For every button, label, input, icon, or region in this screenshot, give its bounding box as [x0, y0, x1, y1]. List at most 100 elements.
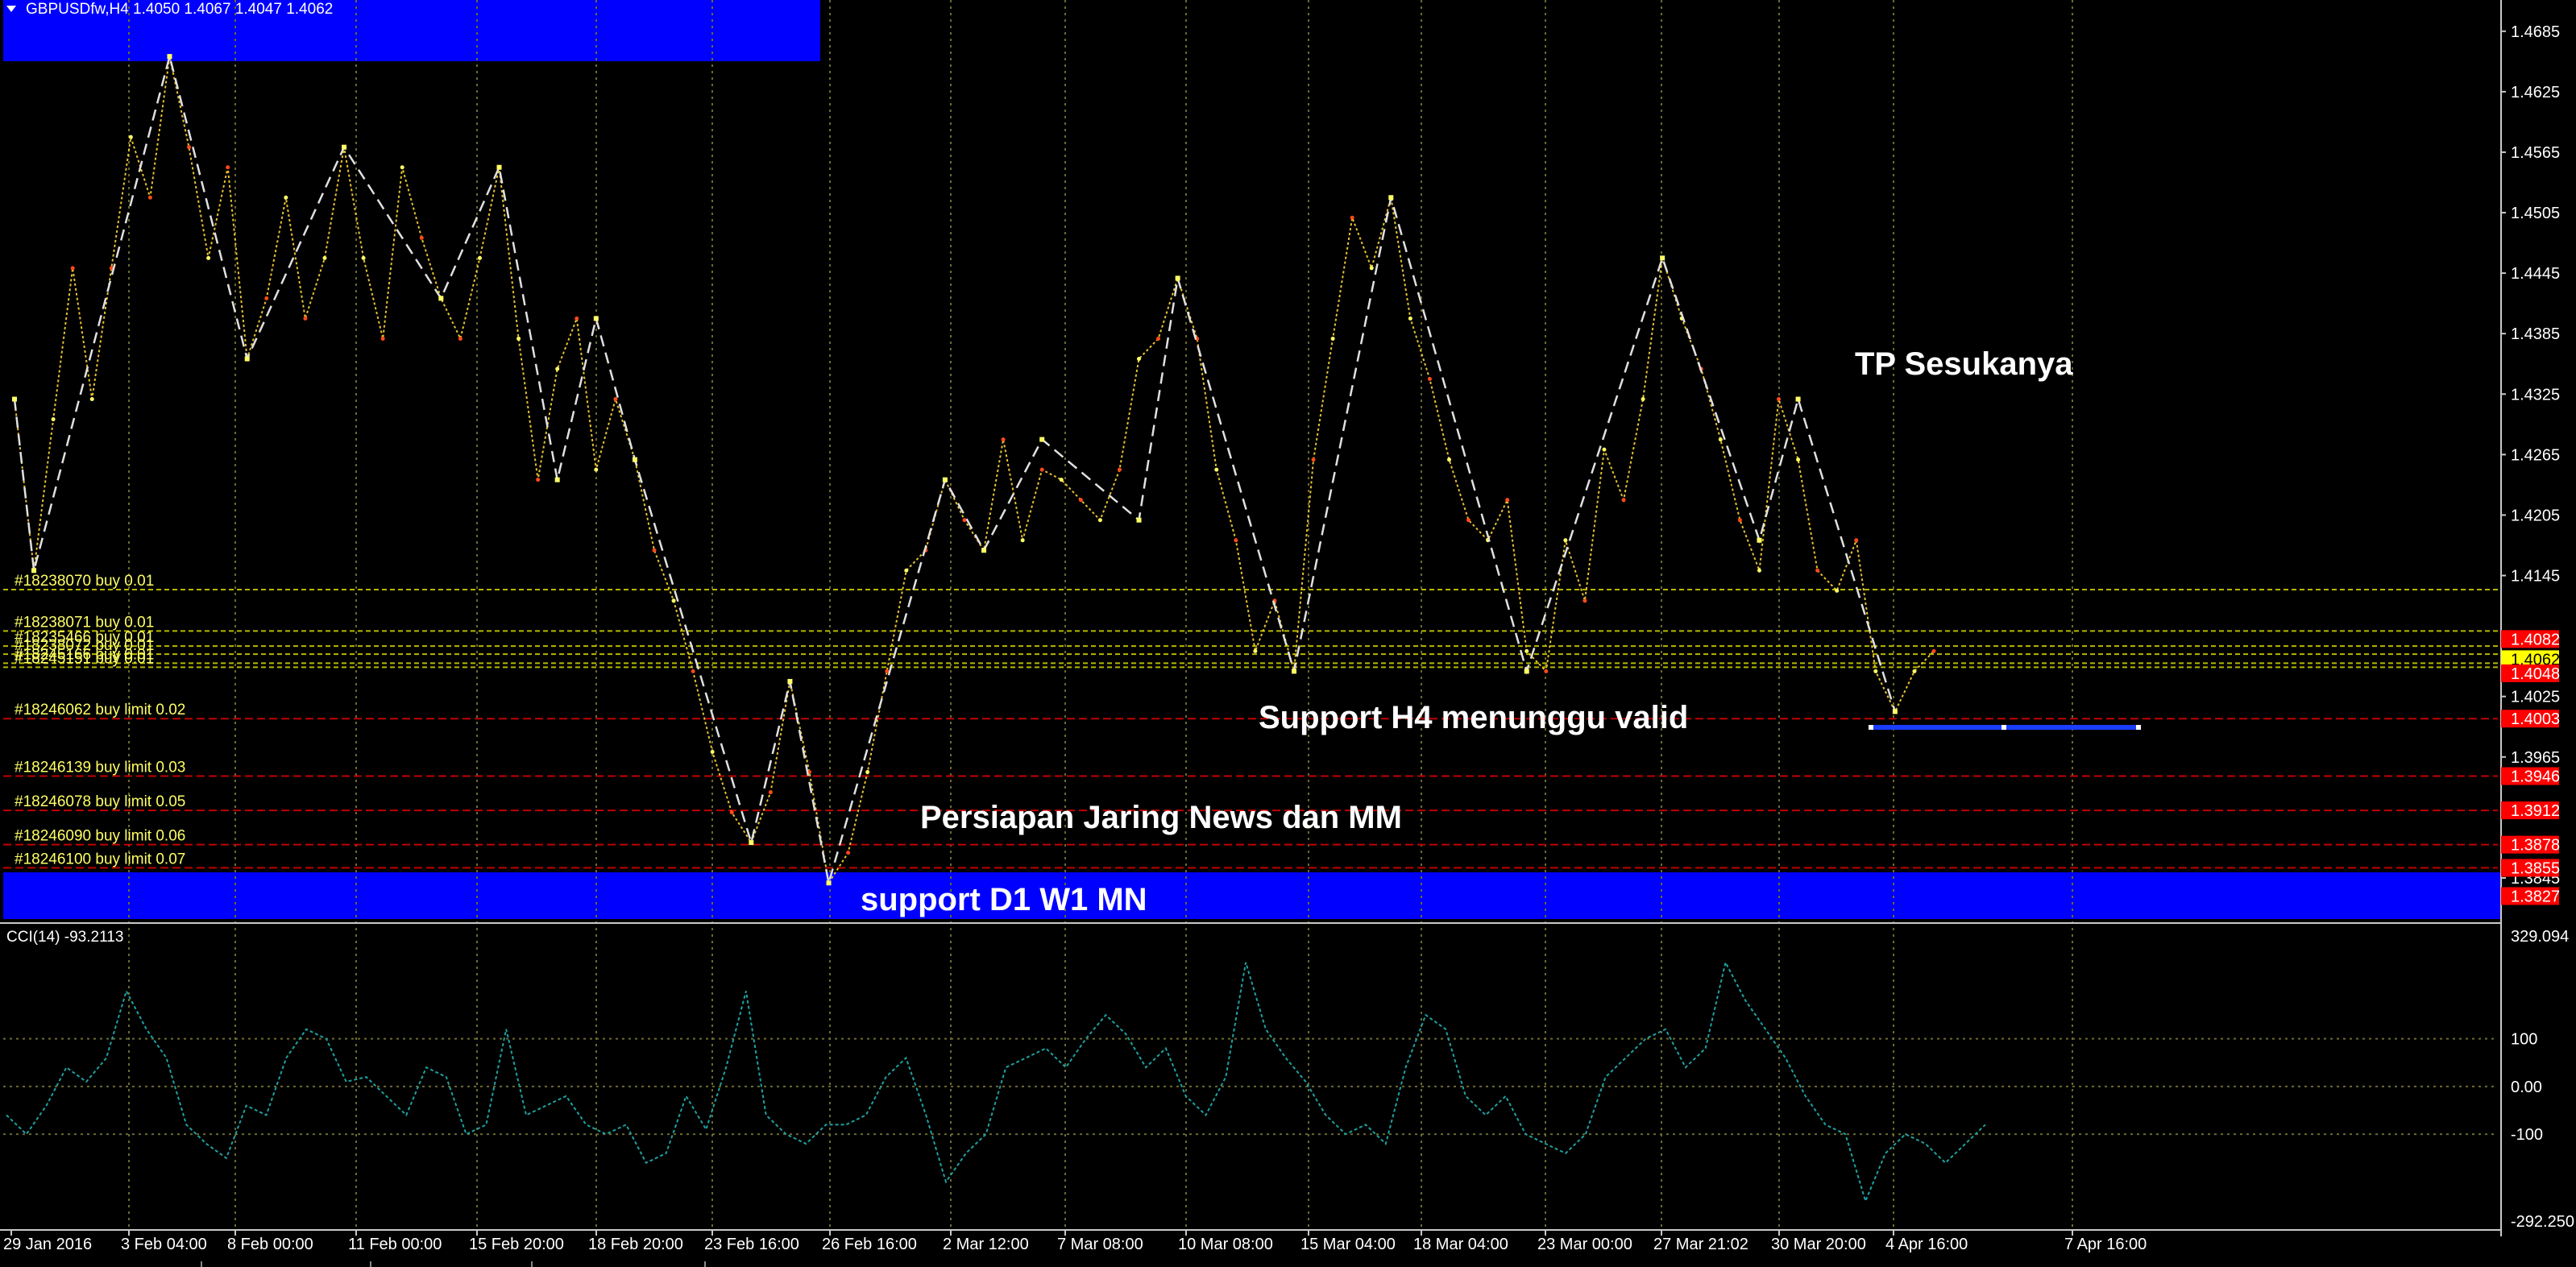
support-h4-handle-right[interactable] — [2136, 725, 2141, 730]
price-point — [419, 235, 424, 240]
price-point — [1563, 538, 1568, 543]
price-point — [187, 145, 192, 150]
price-point — [1815, 568, 1820, 573]
price-point — [885, 669, 890, 673]
time-tick-label: 23 Feb 16:00 — [704, 1236, 799, 1253]
zigzag-point — [632, 457, 637, 462]
price-tick-label: 1.4685 — [2511, 23, 2560, 41]
order-label: #18246139 buy limit 0.03 — [15, 760, 185, 776]
price-point — [1330, 336, 1335, 341]
price-point — [1156, 336, 1161, 341]
cci-tick-label: 329.094 — [2511, 928, 2569, 946]
annotation-persiapan[interactable]: Persiapan Jaring News dan MM — [920, 800, 1402, 835]
price-point — [1253, 648, 1258, 653]
zigzag-point — [1660, 255, 1665, 261]
zigzag-point — [438, 296, 444, 301]
price-point — [1544, 669, 1549, 673]
price-tick-label: 1.4445 — [2511, 265, 2560, 283]
price-point — [1137, 356, 1142, 361]
zigzag-point — [787, 678, 793, 684]
time-tick-label: 27 Mar 21:02 — [1653, 1236, 1748, 1253]
price-point — [1369, 266, 1374, 271]
price-point — [1427, 377, 1432, 382]
price-point — [652, 548, 657, 553]
price-point — [1931, 648, 1936, 653]
price-tags: 1.40821.40621.40481.40031.39461.39121.38… — [2501, 630, 2560, 905]
price-point — [51, 417, 56, 422]
zigzag-point — [1795, 396, 1801, 402]
price-point — [128, 135, 133, 139]
price-point — [1524, 648, 1529, 653]
price-tag-label: 1.4048 — [2511, 665, 2560, 683]
price-point — [1078, 498, 1083, 503]
zigzag-point — [1757, 537, 1762, 543]
price-point — [1912, 669, 1917, 673]
price-point — [691, 669, 695, 673]
order-label: #18246078 buy limit 0.05 — [15, 793, 185, 810]
price-tag-label: 1.3855 — [2511, 859, 2560, 877]
zigzag-point — [496, 164, 502, 170]
price-point — [1059, 478, 1064, 482]
cci-tick-label: 0.00 — [2511, 1079, 2542, 1096]
support-h4-handle-left[interactable] — [1869, 725, 1873, 730]
time-tick-label: 18 Mar 04:00 — [1413, 1236, 1508, 1253]
zigzag-point — [942, 477, 948, 482]
order-label: #18246090 buy limit 0.06 — [15, 828, 185, 845]
annotation-support-h4[interactable]: Support H4 menunggu valid — [1259, 700, 1688, 735]
support-h4-line-group[interactable] — [1869, 725, 2141, 730]
price-point — [380, 336, 385, 341]
time-tick-label: 7 Apr 16:00 — [2064, 1236, 2147, 1253]
cci-tick-label: -100 — [2511, 1126, 2543, 1144]
price-tick-label: 1.4145 — [2511, 568, 2560, 586]
chart-window[interactable]: 1.4685 1.4625 1.4565 1.4505 1.4445 1.4385 1.43… — [0, 0, 2576, 1267]
zigzag-point — [749, 840, 754, 846]
price-point — [1001, 437, 1006, 442]
annotation-support-d1[interactable]: support D1 W1 MN — [861, 882, 1147, 917]
time-tick-label: 15 Feb 20:00 — [469, 1236, 564, 1253]
zigzag-point — [1524, 669, 1529, 674]
price-point — [89, 397, 94, 402]
zigzag-point — [342, 144, 347, 150]
time-tick-label: 23 Mar 00:00 — [1537, 1236, 1632, 1253]
zigzag-point — [1175, 275, 1180, 281]
price-point — [361, 255, 366, 260]
price-point — [1039, 467, 1044, 472]
order-label: #18245151 buy 0.01 — [15, 650, 154, 667]
time-tick-label: 3 Feb 04:00 — [121, 1236, 207, 1253]
price-point — [1505, 498, 1510, 503]
order-label: #18246100 buy limit 0.07 — [15, 851, 185, 867]
time-tick-label: 18 Feb 20:00 — [588, 1236, 683, 1253]
zigzag-point — [1039, 437, 1045, 442]
support-zone-d1-rect — [3, 872, 2501, 919]
price-tick-label: 1.4565 — [2511, 144, 2560, 162]
price-point — [1311, 458, 1316, 462]
price-point — [536, 478, 541, 482]
price-point — [594, 467, 599, 472]
order-label: #18246062 buy limit 0.02 — [15, 702, 185, 718]
zigzag-point — [244, 356, 250, 362]
price-tick-label: 1.3965 — [2511, 749, 2560, 767]
time-tick-label: 30 Mar 20:00 — [1771, 1236, 1866, 1253]
time-tick-label: 26 Feb 16:00 — [822, 1236, 917, 1253]
price-tag-label: 1.4082 — [2511, 631, 2560, 648]
price-point — [1602, 447, 1607, 452]
price-point — [904, 568, 909, 573]
price-point — [516, 336, 521, 341]
support-h4-handle-mid[interactable] — [2001, 725, 2006, 730]
price-point — [1214, 467, 1219, 472]
price-point — [846, 851, 851, 855]
price-point — [1854, 538, 1859, 543]
price-tag-label: 1.4003 — [2511, 710, 2560, 728]
price-point — [1737, 518, 1742, 523]
price-point — [1446, 458, 1451, 462]
cci-tick-label: 100 — [2511, 1031, 2537, 1049]
zigzag-point — [1892, 709, 1898, 714]
price-point — [729, 810, 734, 815]
zigzag-point — [981, 548, 987, 553]
price-point — [1757, 568, 1761, 573]
cci-tick-label: -292.250 — [2511, 1213, 2574, 1231]
price-point — [458, 336, 463, 341]
price-point — [1777, 397, 1782, 402]
price-point — [768, 790, 773, 795]
annotation-tp[interactable]: TP Sesukanya — [1855, 346, 2073, 382]
